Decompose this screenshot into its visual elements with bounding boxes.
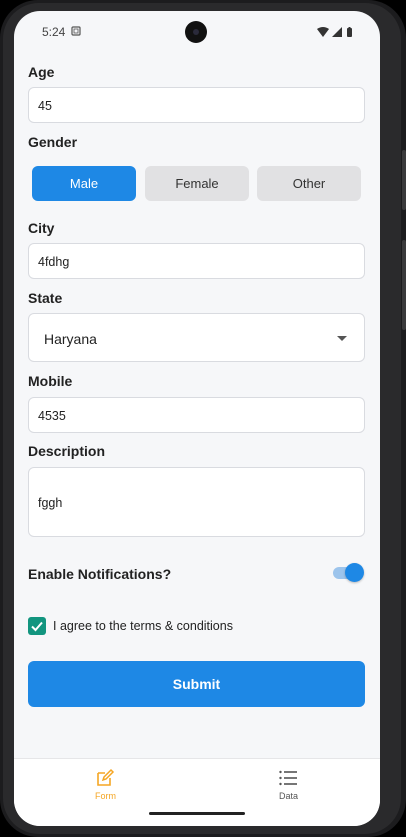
terms-checkbox[interactable] bbox=[28, 617, 46, 635]
state-label: State bbox=[28, 290, 63, 306]
city-value: 4fdhg bbox=[38, 255, 70, 269]
status-bar: 5:24 bbox=[14, 11, 380, 53]
mobile-label: Mobile bbox=[28, 373, 73, 389]
power-button bbox=[402, 150, 406, 210]
mobile-value: 4535 bbox=[38, 409, 66, 423]
home-indicator bbox=[149, 812, 245, 815]
edit-icon bbox=[97, 768, 115, 786]
volume-button bbox=[402, 240, 406, 330]
sim-card-icon bbox=[71, 26, 81, 36]
status-icons bbox=[317, 27, 352, 37]
city-input[interactable]: 4fdhg bbox=[28, 243, 365, 279]
phone-frame: 5:24 Age 45 Gender Male Female Other Cit… bbox=[0, 0, 406, 837]
checkmark-icon bbox=[31, 621, 43, 632]
status-time: 5:24 bbox=[42, 25, 66, 39]
nav-label-form: Form bbox=[95, 791, 116, 801]
dropdown-arrow-icon bbox=[337, 336, 347, 341]
gender-option-other[interactable]: Other bbox=[257, 166, 361, 201]
notifications-label: Enable Notifications? bbox=[28, 566, 172, 582]
city-label: City bbox=[28, 220, 55, 236]
gender-option-male[interactable]: Male bbox=[32, 166, 136, 201]
age-label: Age bbox=[28, 64, 55, 80]
state-value: Haryana bbox=[44, 331, 97, 347]
wifi-icon bbox=[317, 27, 329, 37]
state-select[interactable]: Haryana bbox=[28, 313, 365, 362]
gender-option-female[interactable]: Female bbox=[145, 166, 249, 201]
list-icon bbox=[279, 770, 297, 786]
front-camera bbox=[185, 21, 207, 43]
battery-icon bbox=[347, 27, 352, 37]
submit-button[interactable]: Submit bbox=[28, 661, 365, 707]
bottom-navigation: Form Data bbox=[14, 758, 380, 826]
nav-label-data: Data bbox=[278, 791, 298, 801]
nav-item-data[interactable]: Data bbox=[197, 759, 380, 819]
age-input[interactable]: 45 bbox=[28, 87, 365, 123]
terms-label: I agree to the terms & conditions bbox=[53, 619, 233, 633]
description-value: fggh bbox=[38, 496, 63, 510]
age-value: 45 bbox=[38, 99, 52, 113]
mobile-input[interactable]: 4535 bbox=[28, 397, 365, 433]
description-textarea[interactable]: fggh bbox=[28, 467, 365, 537]
gender-label: Gender bbox=[28, 134, 78, 150]
nav-item-form[interactable]: Form bbox=[14, 759, 197, 819]
signal-icon bbox=[332, 27, 342, 37]
description-label: Description bbox=[28, 443, 106, 459]
screen: 5:24 Age 45 Gender Male Female Other Cit… bbox=[14, 11, 380, 826]
notifications-toggle-thumb[interactable] bbox=[345, 563, 364, 582]
